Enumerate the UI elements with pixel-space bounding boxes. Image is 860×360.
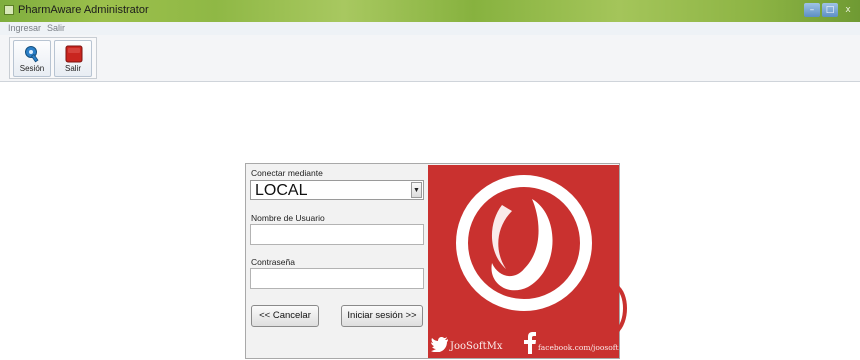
brand-panel: JooSoftMx facebook.com/joosoft <box>428 165 619 358</box>
session-key-icon <box>25 46 39 63</box>
connection-value: LOCAL <box>255 182 308 199</box>
joosoft-logo <box>456 175 592 311</box>
window-controls: – □ x <box>804 3 856 17</box>
facebook-url: facebook.com/joosoft <box>538 343 619 352</box>
maximize-button[interactable]: □ <box>822 3 838 17</box>
menu-item-ingresar[interactable]: Ingresar <box>8 23 41 33</box>
connect-label: Conectar mediante <box>251 168 323 178</box>
login-form: Conectar mediante LOCAL ▼ Nombre de Usua… <box>246 164 428 358</box>
session-button[interactable]: Sesión <box>13 40 51 77</box>
title-bar: PharmAware Administrator – □ x <box>0 0 860 22</box>
window-title: PharmAware Administrator <box>18 4 149 16</box>
username-label: Nombre de Usuario <box>251 213 325 223</box>
password-label: Contraseña <box>251 257 295 267</box>
facebook-icon <box>524 332 536 354</box>
twitter-handle: JooSoftMx <box>450 341 503 352</box>
app-icon <box>4 5 14 15</box>
menu-bar: Ingresar Salir <box>0 22 860 36</box>
cancel-button[interactable]: << Cancelar <box>251 305 319 327</box>
exit-button-label: Salir <box>64 64 81 73</box>
close-button[interactable]: x <box>840 3 856 17</box>
menu-item-salir[interactable]: Salir <box>47 23 65 33</box>
toolbar-group: Sesión Salir <box>9 37 97 79</box>
toolbar: Sesión Salir <box>0 35 860 82</box>
connection-select[interactable]: LOCAL ▼ <box>250 180 424 200</box>
exit-stop-icon <box>65 45 83 63</box>
login-button[interactable]: Iniciar sesión >> <box>341 305 423 327</box>
chevron-down-icon[interactable]: ▼ <box>411 182 422 198</box>
username-input[interactable] <box>250 224 424 245</box>
minimize-button[interactable]: – <box>804 3 820 17</box>
exit-button[interactable]: Salir <box>54 40 92 77</box>
logo-arc-decoration <box>614 284 627 334</box>
twitter-bird-icon <box>431 337 448 352</box>
session-button-label: Sesión <box>19 64 45 73</box>
login-dialog: Conectar mediante LOCAL ▼ Nombre de Usua… <box>245 163 620 359</box>
password-input[interactable] <box>250 268 424 289</box>
